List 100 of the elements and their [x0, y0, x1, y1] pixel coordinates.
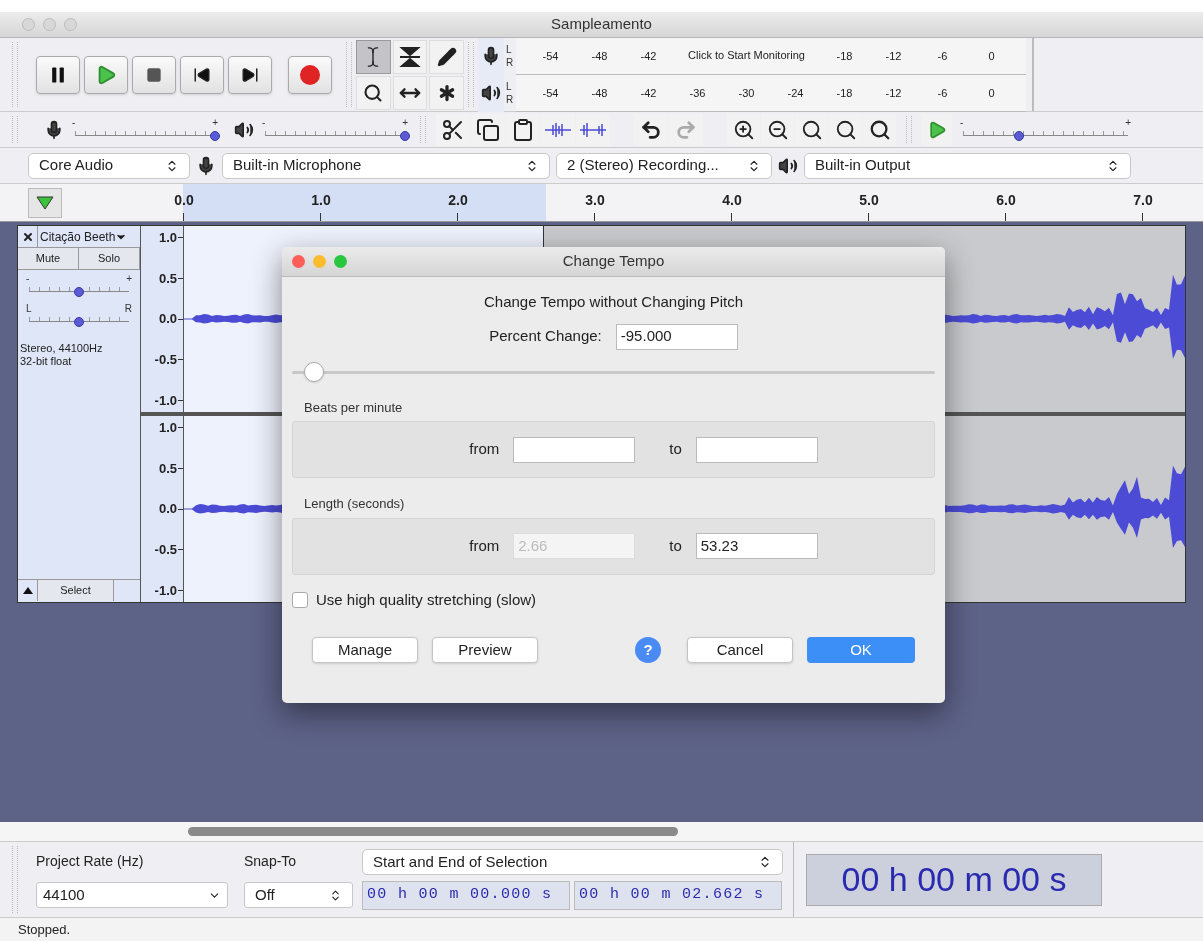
level-meter[interactable]: -54 -48 -42 Click to Start Monitoring -18 -12 -6 0 [516, 37, 1026, 75]
pause-button[interactable] [36, 55, 80, 94]
timeshift-tool-button[interactable] [392, 75, 428, 110]
scissors-icon [441, 117, 465, 142]
multi-tool-button[interactable] [429, 75, 464, 110]
slider-min-label: - [72, 117, 76, 128]
meter-tick-label: -54 [541, 48, 560, 64]
number-field[interactable] [695, 436, 818, 463]
speaker-icon [234, 119, 254, 140]
monitoring-prompt[interactable]: Click to Start Monitoring [673, 47, 820, 64]
record-button[interactable] [288, 55, 332, 94]
dialog-button[interactable]: Preview [432, 637, 538, 663]
magnifier-icon [868, 118, 891, 141]
timeline-options-button[interactable] [28, 187, 62, 218]
field-label: from [469, 535, 500, 556]
track-name-menu[interactable]: Citação Beeth [38, 226, 140, 247]
time-display[interactable]: 00 h 00 m 02.662 s [574, 881, 782, 910]
meter-tick-label: -24 [786, 85, 805, 101]
track-info: 32-bit float [20, 355, 73, 368]
record-icon [300, 64, 320, 85]
amplitude-label: -0.5 [154, 540, 177, 559]
slider-min-label: - [262, 117, 266, 128]
dialog-button[interactable]: Cancel [687, 637, 793, 663]
horizontal-scrollbar-thumb[interactable] [188, 827, 678, 836]
field-label: to [669, 535, 682, 556]
draw-tool-button[interactable] [429, 39, 464, 74]
dialog-title: Change Tempo [562, 251, 665, 272]
amplitude-label: -0.5 [154, 350, 177, 369]
track-info: Stereo, 44100Hz [20, 342, 104, 355]
meter-tick-label: -48 [590, 48, 609, 64]
channel-label: L [506, 43, 513, 56]
checkbox[interactable] [292, 591, 308, 608]
slider-thumb[interactable] [74, 287, 84, 297]
window-title: Sampleamento [551, 14, 652, 35]
skip-forward-icon [241, 65, 259, 84]
skip-to-start-button[interactable] [180, 55, 224, 94]
time-tick-label: 7.0 [1132, 191, 1154, 210]
slider-thumb[interactable] [74, 317, 84, 327]
time-tick-label: 2.0 [447, 191, 469, 210]
slider-thumb[interactable] [304, 361, 325, 382]
meter-tick-label: -18 [835, 85, 854, 101]
channel-label: R [506, 93, 515, 106]
clipboard-icon [511, 117, 535, 142]
play-button[interactable] [84, 55, 128, 94]
snap-to-select[interactable]: Off [244, 882, 353, 908]
amplitude-label: 0.0 [158, 310, 177, 329]
stop-button[interactable] [132, 55, 176, 94]
dialog-button[interactable]: Manage [312, 637, 418, 663]
slider-max-label: + [1125, 117, 1131, 128]
magnifier-icon [363, 82, 384, 103]
slider-thumb[interactable] [400, 130, 410, 141]
speaker-icon[interactable] [478, 74, 504, 112]
microphone-icon [196, 155, 216, 176]
number-field[interactable]: 53.23 [695, 533, 818, 559]
envelope-tool-button[interactable] [392, 39, 428, 74]
skip-to-end-button[interactable] [228, 55, 272, 94]
redo-icon [675, 118, 697, 141]
track-toggle-button[interactable]: Solo [79, 248, 140, 269]
meter-tick-label: -12 [884, 48, 903, 64]
meter-tick-label: -6 [936, 48, 949, 64]
select-track-button[interactable]: Select [38, 580, 114, 601]
slider-thumb[interactable] [210, 130, 220, 141]
stop-icon [146, 66, 162, 83]
selection-format-select[interactable]: Start and End of Selection [362, 849, 783, 875]
channel-label: R [506, 56, 515, 69]
slider-min-label: - [960, 117, 964, 128]
amplitude-label: 0.5 [158, 459, 177, 478]
input-channels-select[interactable]: 2 (Stereo) Recording... [556, 152, 772, 179]
percent-slider-track[interactable] [292, 361, 935, 382]
time-display[interactable]: 00 h 00 m 00.000 s [362, 881, 570, 910]
microphone-icon[interactable] [478, 37, 504, 75]
waveform-icon [580, 121, 606, 138]
select-tool-button[interactable] [356, 39, 391, 74]
meter-tick-label: -12 [884, 85, 903, 101]
meter-tick-label: 0 [987, 48, 996, 64]
time-tick-label: 1.0 [310, 191, 332, 210]
input-device-select[interactable]: Built-in Microphone [222, 152, 550, 179]
amplitude-label: 0.5 [158, 269, 177, 288]
number-field[interactable] [513, 436, 636, 463]
meter-tick-label: -18 [835, 48, 854, 64]
speaker-icon [778, 155, 798, 176]
time-tick-label: 5.0 [858, 191, 880, 210]
percent-change-field[interactable]: -95.000 [615, 323, 738, 350]
track-toggle-button[interactable]: Mute [18, 248, 79, 269]
audio-host-select[interactable]: Core Audio [28, 152, 190, 179]
slider-min-label: L [26, 304, 32, 314]
field-label: Project Rate (Hz) [36, 852, 145, 871]
field-label: Percent Change: [489, 326, 602, 347]
microphone-icon [44, 119, 64, 140]
copy-icon [476, 117, 500, 142]
amplitude-label: 1.0 [158, 419, 177, 437]
zoom-tool-button[interactable] [356, 75, 391, 110]
amplitude-label: 0.0 [158, 500, 177, 519]
project-rate-combo[interactable]: 44100 [36, 882, 228, 908]
level-meter[interactable]: -54 -48 -42 -36 -30 -24 -18 -12 -6 0 [516, 74, 1026, 112]
magnifier-icon [800, 118, 823, 141]
meter-tick-label: -6 [936, 85, 949, 101]
envelope-icon [398, 44, 422, 69]
slider-thumb[interactable] [1014, 130, 1025, 141]
output-device-select[interactable]: Built-in Output [804, 152, 1131, 179]
